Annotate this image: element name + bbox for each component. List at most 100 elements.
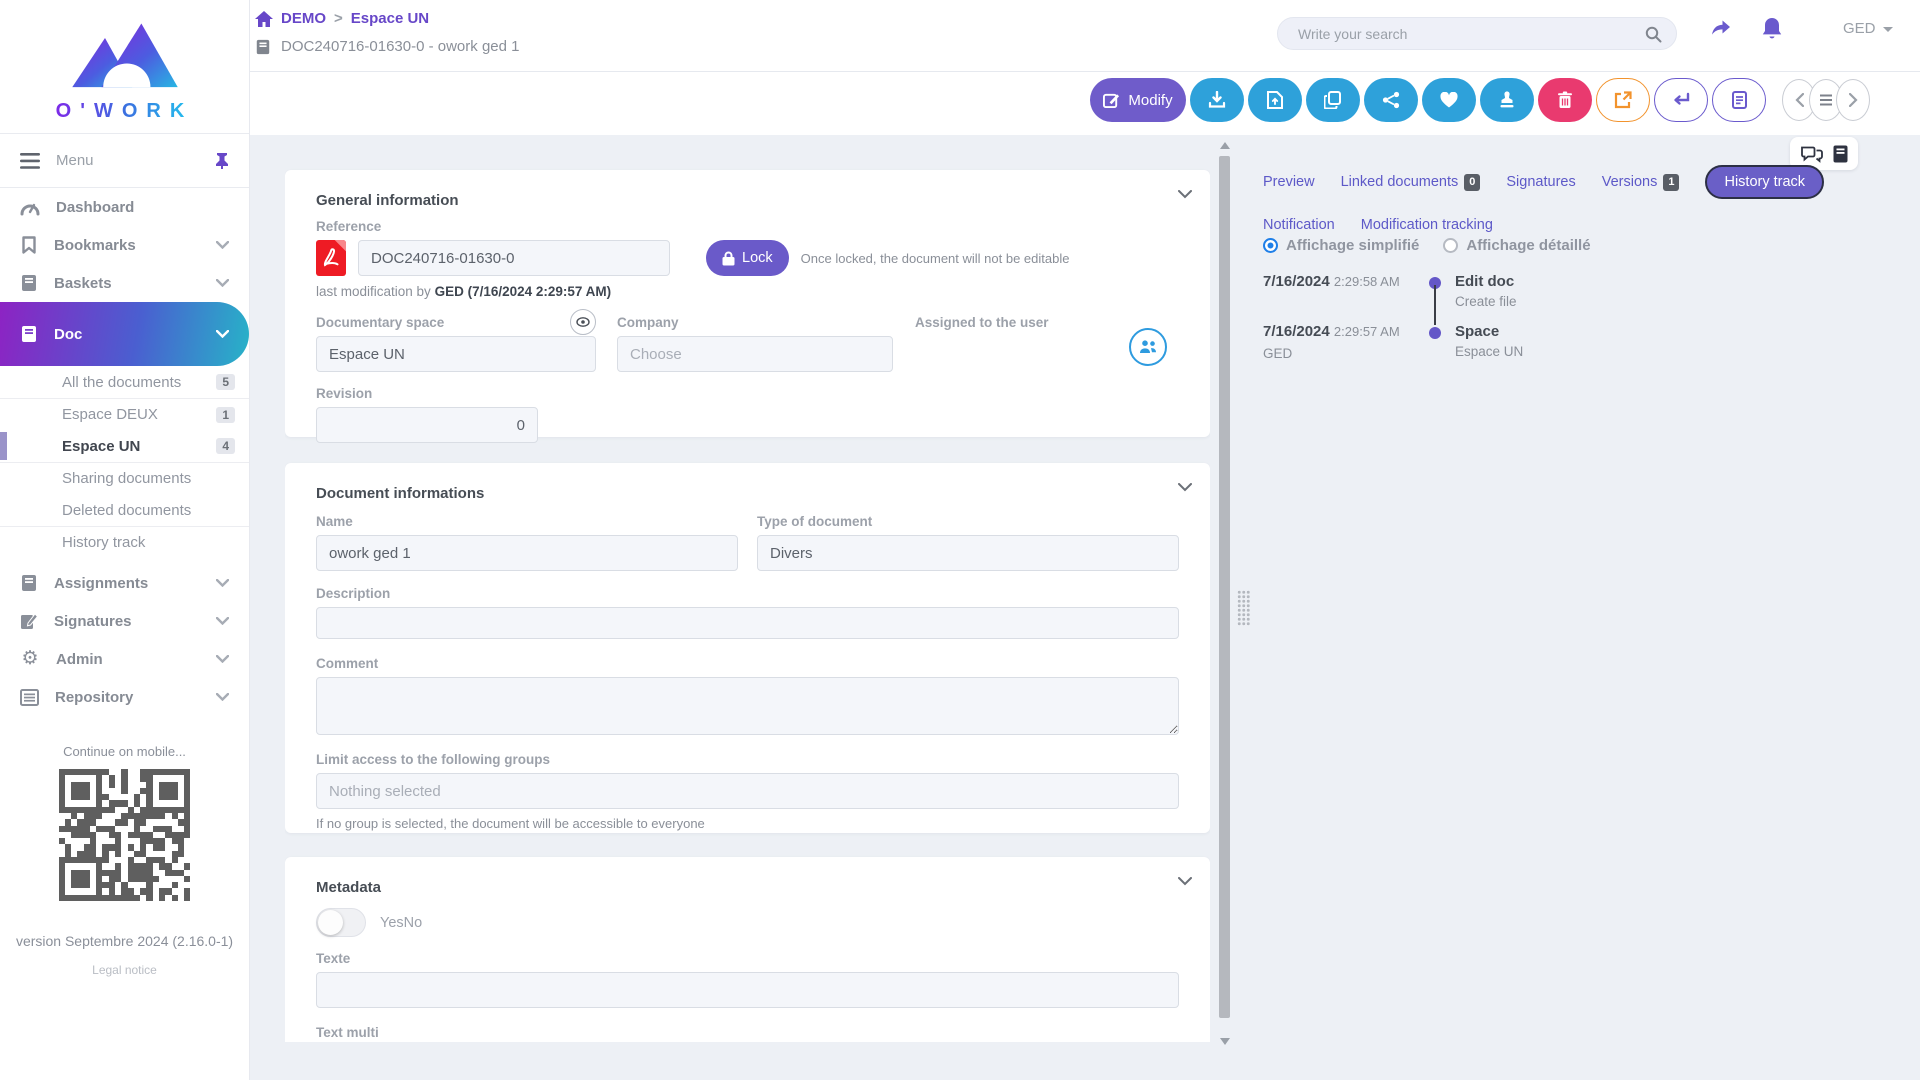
count-badge: 1 [216, 407, 235, 423]
return-button[interactable] [1654, 78, 1708, 122]
open-external-button[interactable] [1596, 78, 1650, 122]
pdf-file-icon [316, 240, 346, 276]
collapse-chevron-icon[interactable] [1178, 483, 1192, 492]
tab-signatures[interactable]: Signatures [1506, 168, 1575, 196]
copy-button[interactable] [1306, 78, 1360, 122]
sidebar-item-sharing-documents[interactable]: Sharing documents [0, 462, 249, 494]
sidebar-item-doc[interactable]: Doc [0, 302, 249, 366]
brand-name: O'WORK [56, 100, 194, 123]
chevron-left-icon [1795, 93, 1804, 107]
sidebar-item-admin[interactable]: ⚙ Admin [0, 640, 249, 678]
download-button[interactable] [1190, 78, 1244, 122]
tab-linked-documents[interactable]: Linked documents0 [1341, 168, 1481, 197]
section-title: Metadata [316, 879, 1179, 896]
pin-icon[interactable] [215, 153, 229, 169]
scroll-down-arrow[interactable] [1220, 1038, 1230, 1045]
sidebar-item-bookmarks[interactable]: Bookmarks [0, 226, 249, 264]
share-arrow-icon[interactable] [1708, 16, 1734, 45]
search-input[interactable] [1298, 26, 1638, 42]
scroll-up-arrow[interactable] [1220, 142, 1230, 149]
groups-input[interactable] [316, 773, 1179, 809]
last-modification: last modification by GED (7/16/2024 2:29… [316, 284, 1179, 299]
subnav-label: Deleted documents [62, 502, 191, 519]
chevron-down-icon [216, 655, 229, 663]
modify-button[interactable]: Modify [1090, 78, 1186, 122]
eye-icon[interactable] [570, 309, 596, 335]
assigned-user-label: Assigned to the user [915, 315, 1179, 330]
signature-pen-icon [20, 612, 38, 630]
sidebar-item-baskets[interactable]: Baskets [0, 264, 249, 302]
documentary-space-input[interactable] [316, 336, 596, 372]
home-icon[interactable] [255, 11, 273, 27]
texte-input[interactable] [316, 972, 1179, 1008]
users-icon [1138, 340, 1158, 354]
tab-modification-tracking[interactable]: Modification tracking [1361, 211, 1493, 239]
subnav-label: Sharing documents [62, 470, 191, 487]
sidebar-item-all-documents[interactable]: All the documents 5 [0, 366, 249, 398]
menu-toggle[interactable]: Menu [0, 133, 249, 188]
subnav-label: Espace UN [62, 438, 140, 455]
document-view-button[interactable] [1712, 78, 1766, 122]
lock-button[interactable]: Lock [706, 240, 789, 276]
documentary-space-label: Documentary space [316, 315, 596, 330]
chat-icon[interactable] [1801, 145, 1823, 163]
sidebar-item-repository[interactable]: Repository [0, 678, 249, 716]
radio-affichage-detaille[interactable]: Affichage détaillé [1443, 237, 1590, 254]
display-mode-options: Affichage simplifié Affichage détaillé [1263, 237, 1591, 254]
company-input[interactable] [617, 336, 893, 372]
bell-icon[interactable] [1760, 16, 1784, 47]
stamp-button[interactable] [1480, 78, 1534, 122]
search-box [1277, 17, 1677, 50]
assign-users-button[interactable] [1129, 328, 1167, 366]
mountain-logo-icon [66, 18, 184, 98]
sidebar-item-history-track[interactable]: History track [0, 526, 249, 558]
tab-preview[interactable]: Preview [1263, 168, 1315, 196]
description-input[interactable] [316, 607, 1179, 639]
return-arrow-icon [1671, 92, 1691, 108]
sidebar-item-assignments[interactable]: Assignments [0, 564, 249, 602]
share-button[interactable] [1364, 78, 1418, 122]
sidebar-item-espace-un[interactable]: Espace UN 4 [0, 430, 249, 462]
radio-label: Affichage détaillé [1466, 237, 1590, 254]
comment-textarea[interactable] [316, 677, 1179, 735]
chevron-down-icon [216, 617, 229, 625]
header-divider [250, 71, 1920, 72]
notes-icon[interactable] [1833, 145, 1848, 163]
timeline-detail: Espace UN [1455, 344, 1523, 359]
radio-affichage-simplifie[interactable]: Affichage simplifié [1263, 237, 1419, 254]
breadcrumb-current[interactable]: Espace UN [351, 10, 429, 27]
reference-input[interactable] [358, 240, 670, 276]
tab-notification[interactable]: Notification [1263, 211, 1335, 239]
breadcrumb-separator: > [334, 10, 343, 27]
pager-control [1782, 79, 1870, 121]
type-input[interactable] [757, 535, 1179, 571]
sidebar-item-dashboard[interactable]: Dashboard [0, 188, 249, 226]
next-button[interactable] [1836, 79, 1870, 121]
delete-button[interactable] [1538, 78, 1592, 122]
revision-input[interactable] [316, 407, 538, 443]
legal-notice-link[interactable]: Legal notice [0, 963, 249, 977]
count-badge: 5 [216, 374, 235, 390]
upload-file-button[interactable] [1248, 78, 1302, 122]
collapse-chevron-icon[interactable] [1178, 190, 1192, 199]
collapse-chevron-icon[interactable] [1178, 877, 1192, 886]
account-menu[interactable]: GED [1843, 20, 1893, 37]
sidebar-item-signatures[interactable]: Signatures [0, 602, 249, 640]
tab-history-track[interactable]: History track [1705, 165, 1824, 199]
company-label: Company [617, 315, 893, 330]
sidebar-item-espace-deux[interactable]: Espace DEUX 1 [0, 398, 249, 430]
name-input[interactable] [316, 535, 738, 571]
sidebar-item-deleted-documents[interactable]: Deleted documents [0, 494, 249, 526]
yesno-label: YesNo [380, 915, 422, 931]
chevron-right-icon [1849, 93, 1858, 107]
hamburger-icon[interactable] [20, 153, 40, 169]
tab-versions[interactable]: Versions1 [1602, 168, 1680, 197]
scrollbar-thumb[interactable] [1219, 156, 1230, 1018]
favorite-button[interactable] [1422, 78, 1476, 122]
timeline-action: Edit doc [1455, 273, 1517, 290]
search-icon[interactable] [1645, 26, 1662, 48]
breadcrumb-home[interactable]: DEMO [281, 10, 326, 27]
panel-resize-handle[interactable] [1237, 590, 1250, 626]
revision-label: Revision [316, 386, 538, 401]
yesno-toggle[interactable] [316, 908, 366, 937]
